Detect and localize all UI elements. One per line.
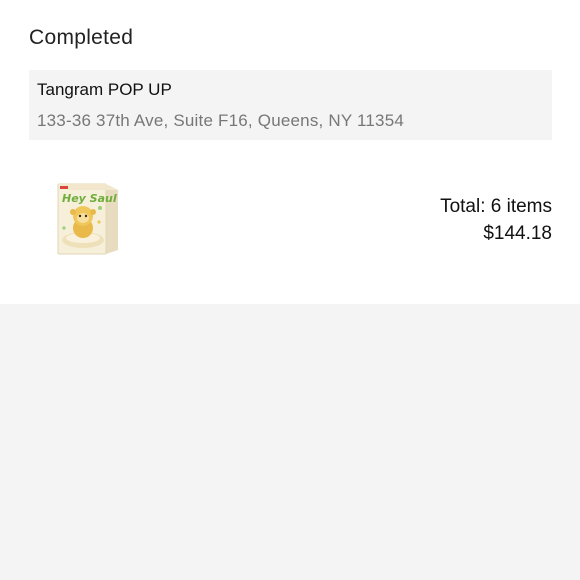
order-status: Completed [29,26,134,49]
item-count: Total: 6 items [440,196,552,217]
blind-box-figure-icon: Hey Saul [57,183,118,255]
box-title-text: Hey Saul [62,192,117,205]
order-card[interactable]: Completed Tangram POP UP 133-36 37th Ave… [0,0,580,304]
product-thumbnail[interactable]: Hey Saul [52,178,124,258]
store-address: 133-36 37th Ave, Suite F16, Queens, NY 1… [37,111,405,130]
order-summary: Total: 6 items $144.18 [440,193,552,247]
order-total: $144.18 [483,223,552,244]
store-name: Tangram POP UP [37,80,172,99]
store-info: Tangram POP UP 133-36 37th Ave, Suite F1… [29,70,552,140]
